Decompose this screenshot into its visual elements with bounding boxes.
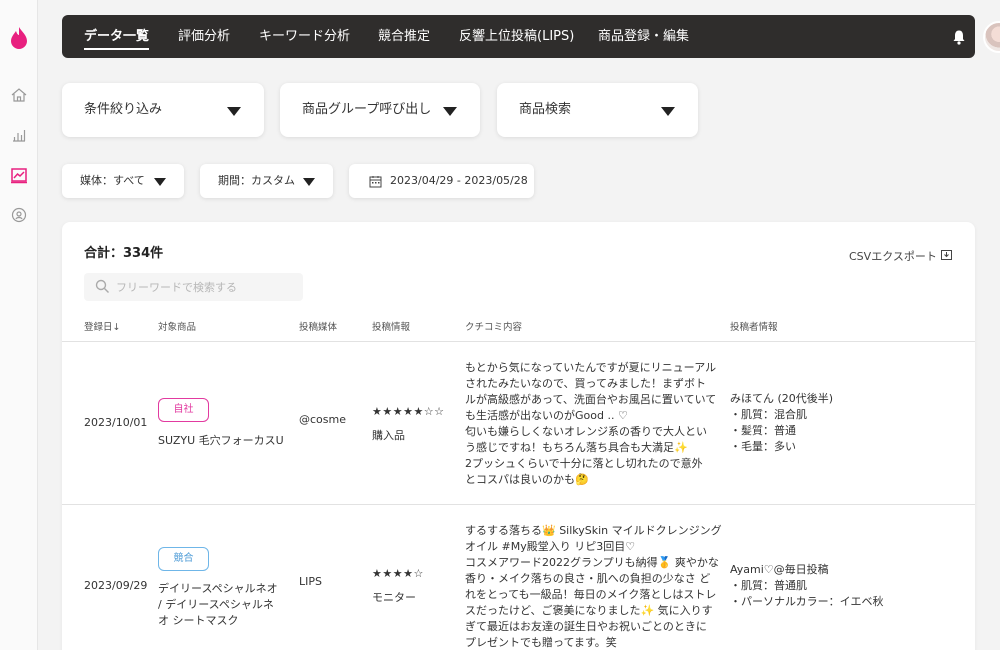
condition-filter-dropdown[interactable]: 条件絞り込み [62, 83, 264, 137]
header-media: 投稿媒体 [299, 322, 338, 333]
header-date[interactable]: 登録日↓ [84, 319, 120, 333]
period-filter-label: 期間：カスタム [218, 174, 295, 187]
free-word-search[interactable] [84, 273, 303, 301]
chevron-down-icon [154, 178, 166, 186]
data-table-panel: 合計：334件 CSVエクスポート 登録日↓ 対象商品 投稿媒体 投稿情報 クチ… [62, 222, 975, 650]
analytics-icon[interactable] [10, 166, 28, 184]
tab-data-list[interactable]: データ一覧 [84, 15, 150, 58]
product-group-dropdown[interactable]: 商品グループ呼び出し [280, 83, 480, 137]
tab-keyword-analysis[interactable]: キーワード分析 [259, 15, 350, 58]
header-post-info: 投稿情報 [372, 322, 411, 333]
own-brand-tag: 自社 [158, 398, 209, 422]
calendar-icon [369, 176, 382, 188]
search-input[interactable] [116, 273, 296, 301]
search-icon [95, 279, 109, 293]
side-rail [0, 0, 38, 650]
review-text: もとから気になっていたんですが夏にリニューアル されたみたいなので、買ってみまし… [465, 361, 717, 486]
location-icon[interactable] [10, 206, 28, 224]
row-product[interactable]: デイリースペシャルネオ / デイリースペシャルネ オ シートマスク [158, 581, 288, 629]
header-product: 対象商品 [158, 322, 197, 333]
date-range-picker[interactable]: 2023/04/29 - 2023/05/28 [349, 164, 534, 198]
purchase-type: 購入品 [372, 429, 405, 442]
purchase-type: モニター [372, 591, 416, 604]
row-date: 2023/10/01 [84, 416, 148, 429]
bar-chart-icon[interactable] [10, 126, 28, 144]
chevron-down-icon [661, 107, 675, 116]
media-filter-chip[interactable]: 媒体：すべて [62, 164, 184, 198]
product-group-label: 商品グループ呼び出し [302, 102, 432, 117]
star-rating: ★★★★☆ [372, 567, 424, 580]
product-search-dropdown[interactable]: 商品検索 [497, 83, 698, 137]
user-avatar[interactable] [983, 21, 1000, 53]
period-filter-chip[interactable]: 期間：カスタム [200, 164, 333, 198]
total-count: 合計：334件 [84, 246, 164, 261]
header-author: 投稿者情報 [730, 322, 778, 333]
tab-evaluation-analysis[interactable]: 評価分析 [178, 15, 230, 58]
condition-filter-label: 条件絞り込み [84, 102, 163, 117]
bell-icon[interactable] [950, 28, 968, 46]
divider [62, 504, 975, 505]
home-icon[interactable] [10, 86, 28, 104]
author-info: みほてん (20代後半) ・肌質：混合肌 ・髪質：普通 ・毛量：多い [730, 392, 834, 453]
header-review: クチコミ内容 [465, 322, 523, 333]
tab-top-posts-lips[interactable]: 反響上位投稿(LIPS) [459, 15, 574, 58]
date-range-label: 2023/04/29 - 2023/05/28 [390, 174, 528, 187]
chevron-down-icon [227, 107, 241, 116]
tab-product-register[interactable]: 商品登録・編集 [598, 15, 689, 58]
chevron-down-icon [443, 107, 457, 116]
review-text: するする落ちる👑 SilkySkin マイルドクレンジング オイル #My殿堂入… [465, 524, 722, 649]
chevron-down-icon [303, 178, 315, 186]
brand-logo[interactable] [9, 26, 29, 50]
competitor-tag: 競合 [158, 547, 209, 571]
csv-export-button[interactable]: CSVエクスポート [849, 248, 937, 264]
media-filter-label: 媒体：すべて [80, 174, 145, 187]
top-nav: データ一覧 評価分析 キーワード分析 競合推定 反響上位投稿(LIPS) 商品登… [62, 15, 1000, 58]
product-search-label: 商品検索 [519, 102, 572, 117]
tab-competitor-estimate[interactable]: 競合推定 [378, 15, 430, 58]
star-rating: ★★★★★☆☆ [372, 405, 445, 418]
row-product[interactable]: SUZYU 毛穴フォーカスU [158, 433, 284, 449]
divider [62, 341, 975, 342]
author-info: Ayami♡@毎日投稿 ・肌質：普通肌 ・パーソナルカラー：イエベ秋 [730, 563, 884, 608]
row-media: @cosme [299, 413, 346, 426]
row-date: 2023/09/29 [84, 579, 148, 592]
download-icon[interactable] [941, 249, 952, 260]
row-media: LIPS [299, 575, 322, 588]
